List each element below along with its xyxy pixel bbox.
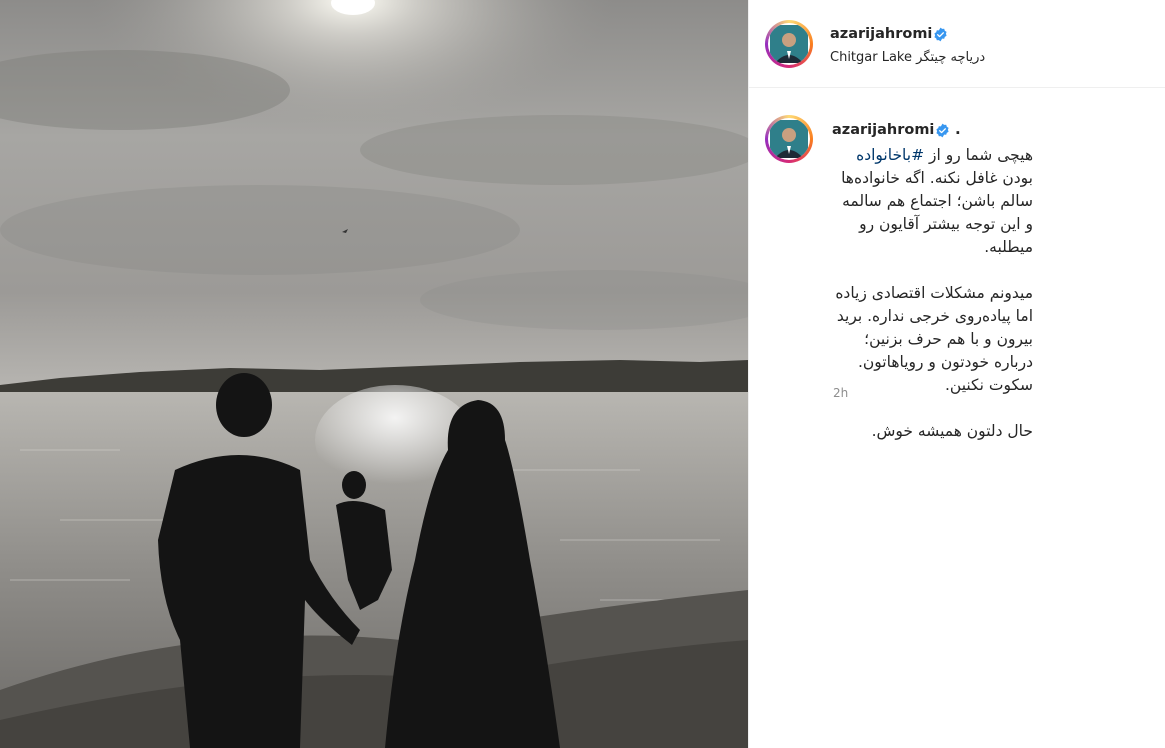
caption-paragraph-1: هیچی شما رو از #باخانواده بودن غافل نکنه… [833, 144, 1033, 259]
location-persian: دریاچه چیتگر [916, 50, 986, 65]
location-link[interactable]: Chitgar Lake دریاچه چیتگر [830, 50, 985, 65]
profile-avatar-image [770, 25, 808, 63]
post-photo[interactable] [0, 0, 748, 748]
caption-paragraph-2: میدونم مشکلات اقتصادی زیاده اما پیاده‌رو… [835, 284, 1033, 394]
location-english: Chitgar Lake [830, 50, 912, 65]
caption-text: هیچی شما رو از [924, 146, 1033, 164]
profile-avatar-image [770, 120, 808, 158]
avatar[interactable] [765, 20, 813, 68]
hashtag-link[interactable]: #باخانواده [856, 146, 924, 164]
lake-scene-image [0, 0, 748, 748]
caption-username[interactable]: azarijahromi [832, 122, 934, 138]
post-caption: هیچی شما رو از #باخانواده بودن غافل نکنه… [833, 144, 1033, 466]
caption-dot: . [955, 120, 961, 138]
post-header: azarijahromi Chitgar Lake دریاچه چیتگر [749, 0, 1165, 88]
post-timestamp[interactable]: 2h [833, 386, 848, 400]
caption-paragraph-3: حال دلتون همیشه خوش. [871, 422, 1033, 440]
post-side-panel: azarijahromi Chitgar Lake دریاچه چیتگر a… [748, 0, 1165, 748]
verified-badge-icon [934, 27, 947, 42]
header-username[interactable]: azarijahromi [830, 26, 932, 42]
verified-badge-icon [936, 123, 949, 138]
caption-avatar[interactable] [765, 115, 813, 163]
caption-text: بودن غافل نکنه. اگه خانواده‌ها سالم باشن… [841, 169, 1033, 256]
